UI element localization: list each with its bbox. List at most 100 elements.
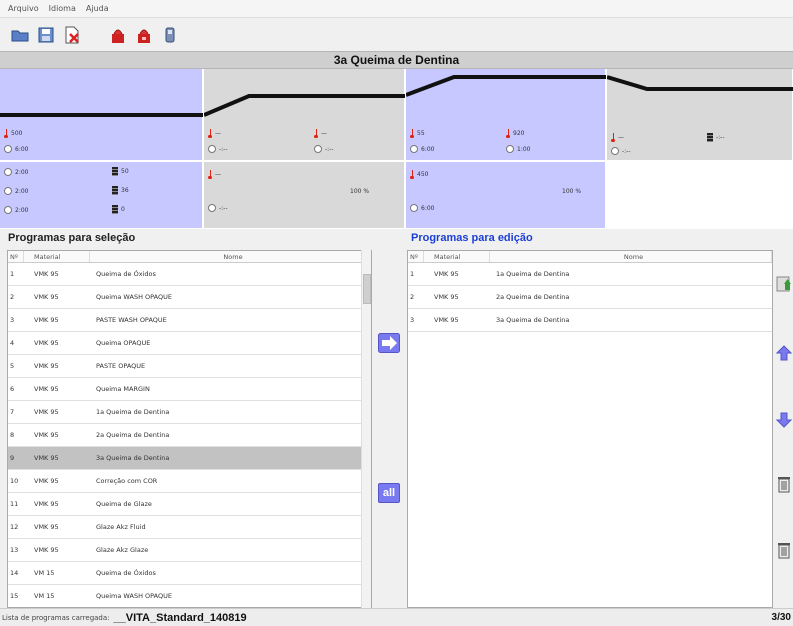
table-row[interactable]: 13 VMK 95 Glaze Akz Glaze [8,539,371,562]
table-row[interactable]: 5 VMK 95 PASTE OPAQUE [8,355,371,378]
row-number: 6 [10,385,15,393]
row-number: 14 [10,569,19,577]
move-down-button[interactable] [775,410,793,430]
table-row[interactable]: 7 VMK 95 1a Queima de Dentina [8,401,371,424]
add-to-edit-button[interactable] [378,333,400,353]
column-material[interactable]: Material [424,251,490,262]
temperature-value: 450 [417,171,429,178]
row-material: VMK 95 [34,293,59,301]
edit-table[interactable]: Nº Material Nome 1 VMK 95 1a Queima de Den… [407,250,773,608]
row-material: VMK 95 [34,408,59,416]
vacuum-stage-2-cell[interactable]: 450 100 % 6:00 [406,162,606,229]
column-number[interactable]: Nº [8,251,24,262]
table-row[interactable]: 14 VM 15 Queima de Óxidos [8,562,371,585]
vacuum-cell[interactable]: 2:00 2:00 2:00 50 36 0 [0,162,203,229]
heat-stage-2-cell[interactable]: 55 920 6:00 1:00 [406,69,606,161]
row-name: Correção com COR [96,477,158,485]
program-count: 3/30 [771,612,791,623]
row-name: 3a Queima de Dentina [496,316,570,324]
table-row[interactable]: 6 VMK 95 Queima MARGIN [8,378,371,401]
table-row[interactable]: 15 VM 15 Queima WASH OPAQUE [8,585,371,607]
temperature-icon [208,170,212,179]
selection-scrollbar[interactable] [361,250,371,608]
column-number[interactable]: Nº [408,251,424,262]
clock-icon [314,145,322,153]
vacuum-value: 0 [121,206,125,213]
add-all-button[interactable]: all [378,483,400,503]
clock-icon [4,206,12,214]
table-row[interactable]: 8 VMK 95 2a Queima de Dentina [8,424,371,447]
row-number: 1 [410,270,415,278]
temperature-value: 920 [513,130,525,137]
row-material: VMK 95 [34,270,59,278]
row-number: 2 [410,293,415,301]
row-material: VMK 95 [34,454,59,462]
time-value: 2:00 [15,168,29,176]
table-row[interactable]: 1 VMK 95 1a Queima de Dentina [408,263,772,286]
menu-idioma[interactable]: Idioma [49,4,76,13]
time-value: -:-- [219,204,228,212]
vacuum-stage-1-cell[interactable]: — 100 % -:-- [204,162,405,229]
furnace-red-2-icon[interactable] [134,25,154,45]
furnace-red-icon[interactable] [108,25,128,45]
time-value: -:-- [622,147,631,155]
edit-heading: Programas para edição [411,232,533,244]
selection-table[interactable]: Nº Material Nome 1 VMK 95 Queima de Óxidos… [7,250,372,608]
clock-icon [4,168,12,176]
preheat-cell[interactable]: 500 6:00 [0,69,203,161]
time-value: 2:00 [15,206,29,214]
firing-program-panel: 500 6:00 — — -:-- -:-- 55 920 6:00 1:00 … [0,69,793,229]
temperature-icon [410,170,414,179]
program-title: 3a Queima de Dentina [0,51,793,69]
row-material: VMK 95 [434,316,459,324]
clock-icon [506,145,514,153]
menu-ajuda[interactable]: Ajuda [86,4,109,13]
column-name[interactable]: Nome [90,251,371,262]
scroll-thumb[interactable] [363,274,371,304]
time-value: 6:00 [15,145,29,153]
trash-icon[interactable] [775,474,793,494]
table-row[interactable]: 1 VMK 95 Queima de Óxidos [8,263,371,286]
row-number: 12 [10,523,19,531]
temperature-value: — [618,134,624,141]
table-row[interactable]: 2 VMK 95 2a Queima de Dentina [408,286,772,309]
folder-open-icon[interactable] [10,25,30,45]
save-icon[interactable] [36,25,56,45]
table-row[interactable]: 10 VMK 95 Correção com COR [8,470,371,493]
row-number: 8 [10,431,15,439]
table-row[interactable]: 9 VMK 95 3a Queima de Dentina [8,447,371,470]
hold-time-value: -:-- [325,145,334,153]
row-material: VMK 95 [34,500,59,508]
move-up-button[interactable] [775,343,793,363]
column-name[interactable]: Nome [490,251,772,262]
table-row[interactable]: 2 VMK 95 Queima WASH OPAQUE [8,286,371,309]
vacuum-value: 36 [121,187,129,194]
menu-arquivo[interactable]: Arquivo [8,4,39,13]
row-material: VMK 95 [34,546,59,554]
trash-all-icon[interactable] [775,540,793,560]
vacuum-icon [707,133,713,142]
row-number: 1 [10,270,15,278]
row-number: 2 [10,293,15,301]
table-row[interactable]: 12 VMK 95 Glaze Akz Fluid [8,516,371,539]
device-icon[interactable] [160,25,180,45]
empty-cell [607,162,793,229]
delete-file-icon[interactable] [62,25,82,45]
time-value: 6:00 [421,204,435,212]
vacuum-value: 50 [121,168,129,175]
row-name: Queima WASH OPAQUE [96,592,172,600]
table-row[interactable]: 3 VMK 95 PASTE WASH OPAQUE [8,309,371,332]
row-name: Queima WASH OPAQUE [96,293,172,301]
cooling-cell[interactable]: — -:-- -:-- [607,69,793,161]
table-row[interactable]: 3 VMK 95 3a Queima de Dentina [408,309,772,332]
row-number: 3 [410,316,415,324]
row-material: VMK 95 [434,293,459,301]
heat-stage-1-cell[interactable]: — — -:-- -:-- [204,69,405,161]
clock-icon [611,147,619,155]
table-row[interactable]: 4 VMK 95 Queima OPAQUE [8,332,371,355]
row-material: VMK 95 [34,339,59,347]
save-program-button[interactable] [775,274,793,294]
table-row[interactable]: 11 VMK 95 Queima de Glaze [8,493,371,516]
row-number: 15 [10,592,19,600]
column-material[interactable]: Material [24,251,90,262]
